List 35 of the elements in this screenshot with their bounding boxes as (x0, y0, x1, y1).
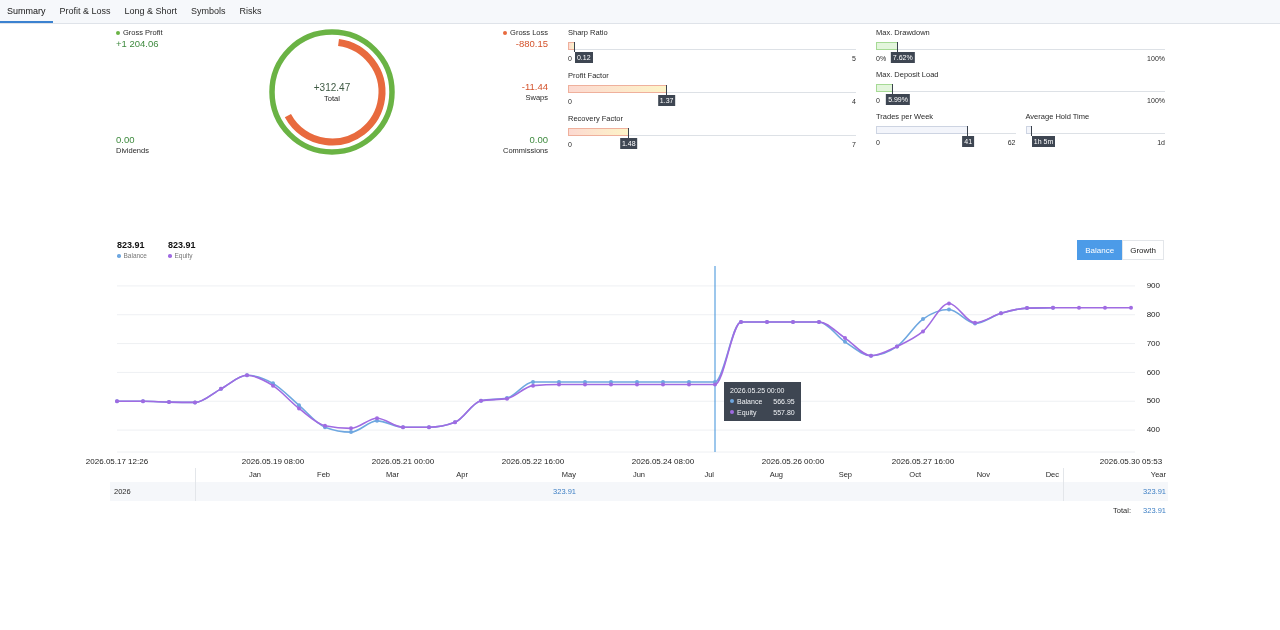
y-axis-label: 600 (1146, 367, 1160, 377)
y-axis-label: 500 (1146, 396, 1160, 406)
marker-line (892, 84, 894, 94)
x-axis-label: 2026.05.17 12:26 (85, 457, 149, 467)
total-value: +312.47 (313, 81, 351, 94)
marker-line (967, 126, 969, 136)
legend-value: 823.91 (168, 240, 196, 251)
figure-value: 0.00 (529, 134, 548, 146)
figure-value: -880.15 (515, 38, 548, 50)
x-axis-label: 2026.05.21 00:00 (371, 457, 435, 467)
view-toggle-button[interactable]: Growth (1122, 240, 1164, 260)
figure-value: +1 204.06 (116, 38, 159, 50)
figure-value: -11.44 (521, 81, 548, 93)
marker-line (627, 128, 629, 138)
y-axis-label: 900 (1146, 281, 1160, 290)
x-axis-label: 2026.05.19 08:00 (241, 457, 305, 467)
figure-value: 0.00 (116, 134, 135, 146)
y-axis-label: 800 (1146, 309, 1160, 319)
marker-line (665, 85, 667, 95)
legend-value: 823.91 (117, 240, 146, 251)
x-axis-label: 2026.05.24 08:00 (631, 457, 695, 467)
x-axis-label: 2026.05.22 16:00 (501, 457, 565, 467)
y-axis-label: 400 (1146, 425, 1160, 435)
marker-line (573, 42, 575, 52)
x-axis-label: 2026.05.26 00:00 (761, 457, 825, 467)
tab[interactable]: Risks (232, 0, 269, 23)
tab[interactable]: Summary (0, 0, 53, 23)
marker-line (1030, 126, 1032, 136)
tab[interactable]: Profit & Loss (52, 0, 118, 23)
y-axis-label: 700 (1146, 338, 1160, 348)
x-axis-label: 2026.05.27 16:00 (891, 457, 955, 467)
x-axis-label: 2026.05.30 05:53 (1099, 457, 1163, 467)
tab[interactable]: Symbols (184, 0, 233, 23)
tab[interactable]: Long & Short (117, 0, 185, 23)
marker-line (897, 42, 898, 52)
